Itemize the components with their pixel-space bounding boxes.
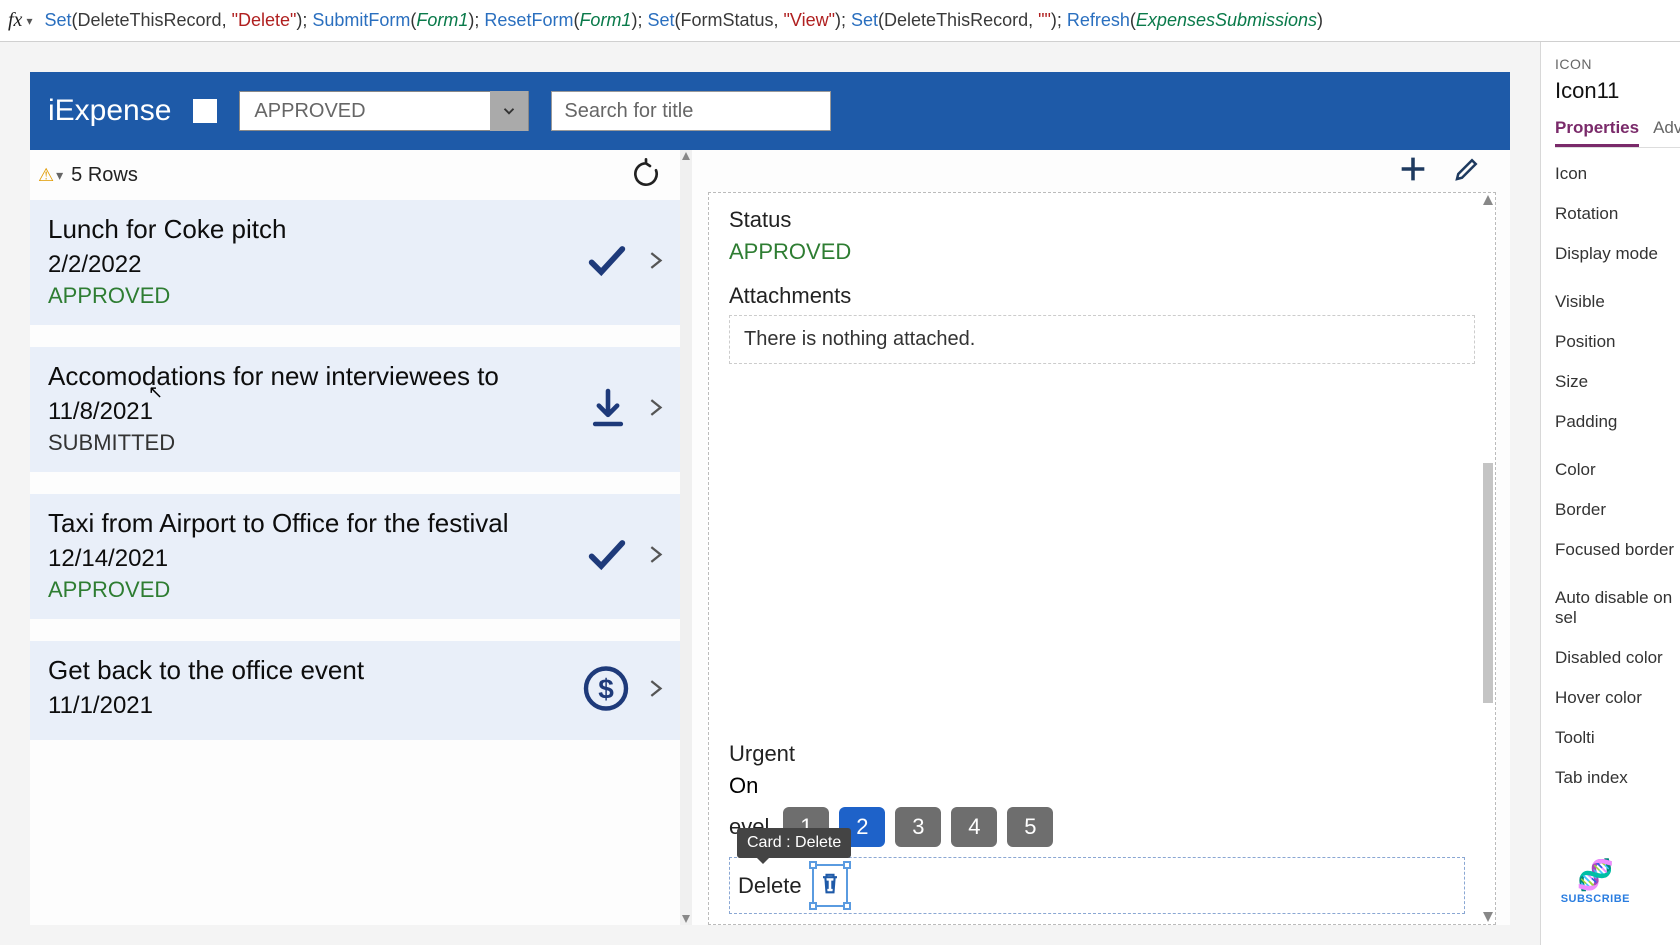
refresh-icon[interactable] <box>630 158 662 195</box>
property-row[interactable]: Rotation <box>1555 204 1680 224</box>
rows-count-label: 5 Rows <box>71 164 138 187</box>
search-input[interactable]: Search for title <box>551 91 831 131</box>
property-row[interactable]: Disabled color <box>1555 648 1680 668</box>
expense-card[interactable]: Accomodations for new interviewees to 11/… <box>30 347 680 472</box>
chevron-right-icon[interactable] <box>644 671 666 710</box>
card-date: 2/2/2022 <box>48 251 662 279</box>
subscribe-text: SUBSCRIBE <box>1561 893 1630 905</box>
trash-icon[interactable] <box>816 868 844 898</box>
check-icon <box>584 531 630 582</box>
card-title: Accomodations for new interviewees to <box>48 361 662 392</box>
props-tab[interactable]: Adva <box>1653 118 1680 147</box>
card-date: 12/14/2021 <box>48 545 662 573</box>
expense-card[interactable]: Taxi from Airport to Office for the fest… <box>30 494 680 619</box>
detail-form: Status APPROVED Attachments There is not… <box>708 192 1496 925</box>
properties-panel: ICON Icon11 Properties Adva Icon Rotation D… <box>1540 42 1680 945</box>
dropdown-button[interactable] <box>490 91 528 131</box>
filter-checkbox[interactable] <box>193 99 217 123</box>
delete-card[interactable]: Delete <box>729 857 1465 914</box>
app-header: iExpense APPROVED Search for title <box>30 72 1510 150</box>
subscribe-watermark: 🧬 SUBSCRIBE <box>1561 858 1630 905</box>
card-status: SUBMITTED <box>48 430 662 456</box>
card-title: Lunch for Coke pitch <box>48 214 662 245</box>
property-row[interactable]: Size <box>1555 372 1680 392</box>
property-row[interactable]: Icon <box>1555 164 1680 184</box>
dropdown-value: APPROVED <box>240 100 379 123</box>
urgent-value: On <box>729 773 1465 799</box>
expense-card[interactable]: Get back to the office event 11/1/2021$ <box>30 641 680 740</box>
property-row[interactable]: Color <box>1555 460 1680 480</box>
edit-icon[interactable] <box>1452 154 1482 189</box>
formula-bar[interactable]: fx ▾ Set(DeleteThisRecord, "Delete"); Su… <box>0 0 1680 42</box>
level-button-4[interactable]: 4 <box>951 807 997 847</box>
download-icon <box>586 385 630 434</box>
svg-text:$: $ <box>598 673 614 704</box>
props-tab[interactable]: Properties <box>1555 118 1639 147</box>
search-placeholder: Search for title <box>564 100 693 123</box>
warning-icon: ⚠ <box>38 165 54 186</box>
formula-text[interactable]: Set(DeleteThisRecord, "Delete"); SubmitF… <box>44 10 1323 31</box>
fx-label: fx <box>8 9 22 32</box>
level-button-5[interactable]: 5 <box>1007 807 1053 847</box>
card-status: APPROVED <box>48 577 662 603</box>
property-row[interactable]: Position <box>1555 332 1680 352</box>
property-row[interactable]: Auto disable on sel <box>1555 588 1680 628</box>
property-row[interactable]: Visible <box>1555 292 1680 312</box>
detail-column: Status APPROVED Attachments There is not… <box>708 150 1510 925</box>
status-field-label: Status <box>729 207 1475 233</box>
status-field-value: APPROVED <box>729 239 1475 265</box>
attachments-empty-text: There is nothing attached. <box>729 315 1475 364</box>
chevron-right-icon[interactable] <box>644 390 666 429</box>
property-row[interactable]: Padding <box>1555 412 1680 432</box>
property-row[interactable]: Tab index <box>1555 768 1680 788</box>
chevron-right-icon[interactable] <box>644 537 666 576</box>
selected-control-name: Icon11 <box>1555 78 1680 104</box>
app-title: iExpense <box>48 94 171 128</box>
check-icon <box>584 237 630 288</box>
attachments-label: Attachments <box>729 283 1475 309</box>
card-date: 11/1/2021 <box>48 692 662 720</box>
dollar-icon: $ <box>582 664 630 717</box>
property-row[interactable]: Border <box>1555 500 1680 520</box>
app-canvas: iExpense APPROVED Search for title ⚠ ▾ <box>30 72 1510 925</box>
property-row[interactable]: Hover color <box>1555 688 1680 708</box>
trash-icon-selected[interactable] <box>812 864 848 907</box>
props-section-label: ICON <box>1555 56 1680 72</box>
expense-list-column: ⚠ ▾ 5 Rows Lunch for Coke pitch 2/2/2022 A… <box>30 150 680 925</box>
list-scrollbar[interactable] <box>680 150 692 925</box>
card-title: Get back to the office event <box>48 655 662 686</box>
urgent-label: Urgent <box>729 741 1465 767</box>
dna-icon: 🧬 <box>1561 858 1630 893</box>
property-row[interactable]: Focused border <box>1555 540 1680 560</box>
expense-card[interactable]: Lunch for Coke pitch 2/2/2022 APPROVED <box>30 200 680 325</box>
add-icon[interactable] <box>1396 152 1430 191</box>
chevron-down-icon <box>500 102 518 120</box>
card-date: 11/8/2021 <box>48 398 662 426</box>
card-tooltip: Card : Delete <box>737 828 851 858</box>
property-row[interactable]: Display mode <box>1555 244 1680 264</box>
card-status: APPROVED <box>48 283 662 309</box>
card-title: Taxi from Airport to Office for the fest… <box>48 508 662 539</box>
fx-dropdown-caret[interactable]: ▾ <box>26 14 32 28</box>
detail-scrollbar[interactable] <box>1483 193 1493 924</box>
chevron-right-icon[interactable] <box>644 243 666 282</box>
level-button-3[interactable]: 3 <box>895 807 941 847</box>
delete-label: Delete <box>738 873 802 899</box>
chevron-down-icon[interactable]: ▾ <box>56 167 63 184</box>
status-dropdown[interactable]: APPROVED <box>239 91 529 131</box>
property-row[interactable]: Toolti <box>1555 728 1680 748</box>
